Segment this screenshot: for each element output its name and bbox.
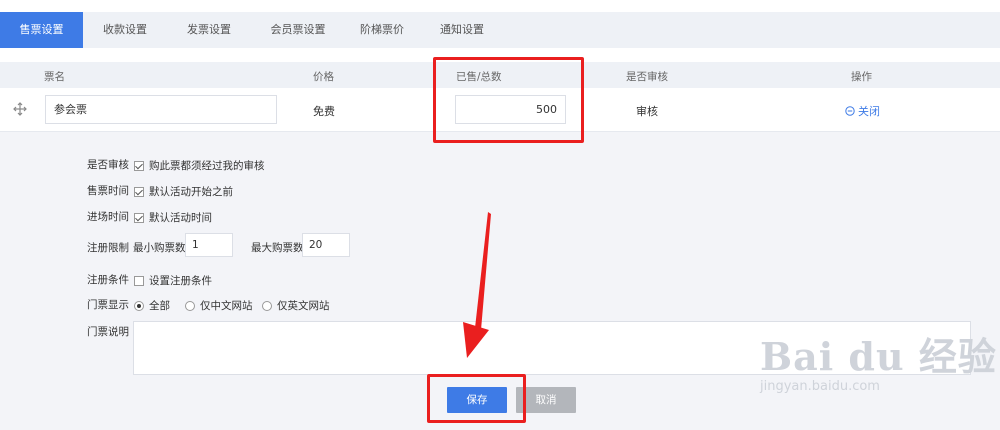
red-arrow-icon <box>463 212 491 358</box>
max-tickets-label: 最大购票数 <box>251 242 304 254</box>
ticket-name-input[interactable]: 参会票 <box>45 95 277 124</box>
display-label: 门票显示 <box>87 299 129 311</box>
display-radio-english[interactable]: 仅英文网站 <box>262 298 330 313</box>
radio-unselected-icon[interactable] <box>185 300 195 311</box>
highlight-box-count <box>433 57 584 143</box>
sale-time-checkbox[interactable]: 默认活动开始之前 <box>134 184 233 199</box>
audit-status: 审核 <box>636 105 658 118</box>
minus-circle-icon <box>845 106 855 116</box>
tab-payment-settings[interactable]: 收款设置 <box>83 12 167 48</box>
baidu-jingyan-watermark: Bai du 经验 jingyan.baidu.com <box>760 326 997 394</box>
display-radio-chinese[interactable]: 仅中文网站 <box>185 298 253 313</box>
checkbox-checked-icon[interactable] <box>134 186 144 197</box>
highlight-box-save <box>427 374 526 423</box>
display-option-chinese: 仅中文网站 <box>200 300 253 312</box>
watermark-logo: Bai du 经验 <box>760 334 997 379</box>
sale-time-label: 售票时间 <box>87 185 129 197</box>
tab-member-ticket-settings[interactable]: 会员票设置 <box>251 12 345 48</box>
tab-invoice-settings[interactable]: 发票设置 <box>167 12 251 48</box>
entry-time-label: 进场时间 <box>87 211 129 223</box>
tab-tiered-pricing[interactable]: 阶梯票价 <box>345 12 419 48</box>
watermark-url: jingyan.baidu.com <box>760 379 880 394</box>
drag-move-icon[interactable] <box>13 102 27 116</box>
ticket-price: 免费 <box>313 105 335 118</box>
tab-notification-settings[interactable]: 通知设置 <box>419 12 505 48</box>
tab-ticket-settings[interactable]: 售票设置 <box>0 12 83 48</box>
condition-checkbox[interactable]: 设置注册条件 <box>134 273 212 288</box>
condition-option-text: 设置注册条件 <box>149 275 212 287</box>
close-ticket-link[interactable]: 关闭 <box>845 103 880 119</box>
radio-unselected-icon[interactable] <box>262 300 272 311</box>
radio-selected-icon[interactable] <box>134 300 144 311</box>
checkbox-checked-icon[interactable] <box>134 160 144 171</box>
audit-label: 是否审核 <box>87 159 129 171</box>
audit-option-text: 购此票都须经过我的审核 <box>149 160 265 172</box>
audit-checkbox[interactable]: 购此票都须经过我的审核 <box>134 158 265 173</box>
close-link-label: 关闭 <box>858 105 880 118</box>
checkbox-checked-icon[interactable] <box>134 212 144 223</box>
entry-time-option-text: 默认活动时间 <box>149 212 212 224</box>
display-option-english: 仅英文网站 <box>277 300 330 312</box>
display-option-all: 全部 <box>149 300 170 312</box>
min-tickets-input[interactable]: 1 <box>185 233 233 257</box>
entry-time-checkbox[interactable]: 默认活动时间 <box>134 210 212 225</box>
col-ticket-name: 票名 <box>44 71 65 83</box>
checkbox-unchecked-icon[interactable] <box>134 275 144 286</box>
sale-time-option-text: 默认活动开始之前 <box>149 186 233 198</box>
limit-label: 注册限制 <box>87 242 129 254</box>
col-price: 价格 <box>313 71 334 83</box>
condition-label: 注册条件 <box>87 274 129 286</box>
min-tickets-label: 最小购票数 <box>133 242 186 254</box>
display-radio-all[interactable]: 全部 <box>134 298 170 313</box>
col-action: 操作 <box>851 71 872 83</box>
description-label: 门票说明 <box>87 326 129 338</box>
col-audit: 是否审核 <box>626 71 668 83</box>
tab-bar: 售票设置 收款设置 发票设置 会员票设置 阶梯票价 通知设置 <box>0 12 1000 48</box>
max-tickets-input[interactable]: 20 <box>302 233 350 257</box>
